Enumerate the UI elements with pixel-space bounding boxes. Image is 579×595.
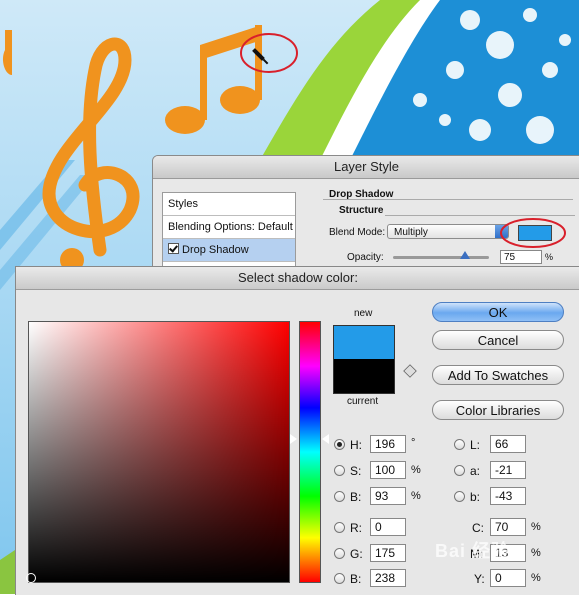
cyan-label: C:	[472, 521, 484, 535]
lab-l-field[interactable]: 66	[490, 435, 526, 453]
current-color-swatch[interactable]	[333, 359, 395, 394]
opacity-label: Opacity:	[347, 252, 384, 263]
styles-list: Styles Blending Options: Default Drop Sh…	[162, 192, 296, 276]
drop-shadow-checkbox[interactable]	[168, 243, 179, 254]
drop-shadow-section-title: Drop Shadow	[329, 189, 394, 200]
lab-l-radio[interactable]	[454, 439, 465, 450]
web-color-cube-icon[interactable]	[403, 364, 417, 378]
lab-a-label: a:	[470, 464, 481, 478]
yellow-label: Y:	[474, 572, 485, 586]
yellow-unit: %	[531, 572, 541, 584]
cancel-button[interactable]: Cancel	[432, 330, 564, 350]
color-libraries-button[interactable]: Color Libraries	[432, 400, 564, 420]
lab-b-radio[interactable]	[454, 491, 465, 502]
opacity-field[interactable]: 75	[500, 250, 542, 264]
ok-button[interactable]: OK	[432, 302, 564, 322]
saturation-label: S:	[350, 464, 362, 478]
saturation-field[interactable]: 100	[370, 461, 406, 479]
hue-radio[interactable]	[334, 439, 345, 450]
color-picker-title: Select shadow color:	[16, 267, 579, 290]
layer-style-title: Layer Style	[153, 156, 579, 179]
red-label: R:	[350, 521, 362, 535]
red-field[interactable]: 0	[370, 518, 406, 536]
hue-label: H:	[350, 438, 362, 452]
brightness-field[interactable]: 93	[370, 487, 406, 505]
yellow-field[interactable]: 0	[490, 569, 526, 587]
blue-field[interactable]: 238	[370, 569, 406, 587]
lab-b-field[interactable]: -43	[490, 487, 526, 505]
cyan-field[interactable]: 70	[490, 518, 526, 536]
watermark-logo: Bai 经验	[435, 541, 511, 561]
green-label: G:	[350, 547, 363, 561]
drop-shadow-item-label: Drop Shadow	[182, 244, 249, 256]
brightness-radio[interactable]	[334, 491, 345, 502]
magenta-unit: %	[531, 547, 541, 559]
color-field-marker[interactable]	[26, 573, 36, 583]
annotation-circle	[500, 218, 566, 248]
blend-mode-value: Multiply	[394, 227, 428, 238]
hue-field[interactable]: 196	[370, 435, 406, 453]
saturation-unit: %	[411, 464, 421, 476]
current-color-label: current	[347, 396, 379, 407]
hue-unit: °	[411, 437, 416, 449]
structure-title: Structure	[339, 205, 384, 216]
opacity-slider-thumb[interactable]	[460, 251, 470, 259]
new-color-swatch	[333, 325, 395, 360]
green-radio[interactable]	[334, 548, 345, 559]
opacity-slider-track[interactable]	[393, 256, 489, 259]
color-field[interactable]	[28, 321, 290, 583]
new-color-label: new	[354, 308, 373, 319]
brightness-label: B:	[350, 490, 362, 504]
blending-options-item[interactable]: Blending Options: Default	[163, 216, 295, 239]
hue-slider-right-arrow-icon[interactable]	[321, 433, 329, 445]
cyan-unit: %	[531, 521, 541, 533]
lab-a-radio[interactable]	[454, 465, 465, 476]
saturation-radio[interactable]	[334, 465, 345, 476]
drop-shadow-item[interactable]: Drop Shadow	[163, 239, 295, 262]
opacity-unit: %	[545, 252, 554, 262]
blend-mode-label: Blend Mode:	[329, 227, 386, 238]
green-field[interactable]: 175	[370, 544, 406, 562]
red-radio[interactable]	[334, 522, 345, 533]
hue-slider-left-arrow-icon[interactable]	[289, 433, 297, 445]
styles-list-header[interactable]: Styles	[163, 193, 295, 216]
add-to-swatches-button[interactable]: Add To Swatches	[432, 365, 564, 385]
lab-a-field[interactable]: -21	[490, 461, 526, 479]
brightness-unit: %	[411, 490, 421, 502]
blend-mode-select[interactable]: Multiply	[387, 224, 509, 239]
blue-radio[interactable]	[334, 573, 345, 584]
hue-slider[interactable]	[299, 321, 321, 583]
lab-b-label: b:	[470, 490, 481, 504]
blue-label: B:	[350, 572, 362, 586]
layer-style-window: Layer Style Styles Blending Options: Def…	[152, 155, 579, 277]
lab-l-label: L:	[470, 438, 481, 452]
